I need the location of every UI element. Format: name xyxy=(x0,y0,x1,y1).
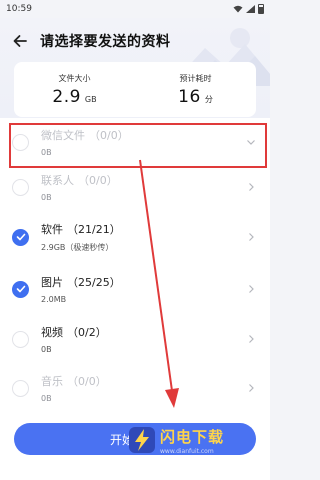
list-item-text: 软件 （21/21） 2.9GB（极速秒传） xyxy=(41,221,246,253)
battery-icon xyxy=(258,4,264,14)
list-item[interactable]: 视频 （0/2） 0B xyxy=(0,315,270,363)
checkbox[interactable] xyxy=(12,133,29,151)
estimated-time-summary: 预计耗时 16 分 xyxy=(135,62,256,117)
list-item[interactable]: 图片 （25/25） 2.0MB xyxy=(0,265,270,313)
list-item-label: 微信文件 xyxy=(41,129,85,142)
list-item-title: 联系人 （0/0） xyxy=(41,172,246,188)
checkbox[interactable] xyxy=(12,330,29,348)
watermark-url: www.dianfuit.com xyxy=(160,447,214,455)
chevron-right-icon[interactable] xyxy=(246,284,256,294)
list-item-title: 图片 （25/25） xyxy=(41,274,246,290)
status-time: 10:59 xyxy=(6,4,32,14)
lightning-logo-icon xyxy=(129,427,155,453)
file-category-list: 微信文件 （0/0） 0B 联系人 （0/0） 0B 软件 （21/21） 2.9GB（极速秒传… xyxy=(0,118,270,418)
list-item-text: 图片 （25/25） 2.0MB xyxy=(41,274,246,304)
estimated-time-value: 16 xyxy=(178,86,201,107)
checkmark-icon xyxy=(16,285,25,293)
list-item[interactable]: 微信文件 （0/0） 0B xyxy=(0,118,270,166)
status-icons xyxy=(233,4,264,14)
list-item-text: 联系人 （0/0） 0B xyxy=(41,172,246,202)
list-item-title: 视频 （0/2） xyxy=(41,324,246,340)
list-item-size: 2.9GB（极速秒传） xyxy=(41,243,114,252)
list-item-label: 软件 xyxy=(41,223,63,236)
file-size-summary: 文件大小 2.9 GB xyxy=(14,62,135,117)
file-size-unit: GB xyxy=(84,94,97,104)
list-item-title: 音乐 （0/0） xyxy=(41,373,246,389)
list-item[interactable]: 软件 （21/21） 2.9GB（极速秒传） xyxy=(0,213,270,261)
list-item-size: 0B xyxy=(41,394,52,403)
page-title: 请选择要发送的资料 xyxy=(40,34,171,50)
signal-icon xyxy=(246,5,255,13)
list-item-title: 软件 （21/21） xyxy=(41,221,246,237)
summary-card: 文件大小 2.9 GB 预计耗时 16 分 xyxy=(14,62,256,117)
list-item-label: 联系人 xyxy=(41,174,74,187)
chevron-right-icon[interactable] xyxy=(246,232,256,242)
list-item-count: （21/21） xyxy=(67,223,121,236)
checkbox[interactable] xyxy=(12,228,29,246)
chevron-right-icon[interactable] xyxy=(246,334,256,344)
list-item-size: 0B xyxy=(41,193,52,202)
wifi-icon xyxy=(233,5,243,13)
list-item[interactable]: 音乐 （0/0） 0B xyxy=(0,364,270,412)
list-item-title: 微信文件 （0/0） xyxy=(41,127,246,143)
estimated-time-unit: 分 xyxy=(204,94,213,104)
status-bar: 10:59 xyxy=(0,0,270,18)
checkbox[interactable] xyxy=(12,379,29,397)
list-item-label: 视频 xyxy=(41,326,63,339)
list-item-label: 音乐 xyxy=(41,375,63,388)
list-item-count: （0/0） xyxy=(78,174,118,187)
watermark-text: 闪电下载 xyxy=(160,427,225,446)
checkbox[interactable] xyxy=(12,178,29,196)
list-item-count: （0/0） xyxy=(89,129,129,142)
list-item-text: 音乐 （0/0） 0B xyxy=(41,373,246,403)
app-bar: 请选择要发送的资料 xyxy=(0,26,270,56)
file-size-value: 2.9 xyxy=(52,86,81,107)
list-item-count: （0/2） xyxy=(67,326,107,339)
list-item-label: 图片 xyxy=(41,276,63,289)
chevron-right-icon[interactable] xyxy=(246,182,256,192)
chevron-right-icon[interactable] xyxy=(246,383,256,393)
checkmark-icon xyxy=(16,233,25,241)
list-item-size: 0B xyxy=(41,148,52,157)
list-item-count: （25/25） xyxy=(67,276,121,289)
back-arrow-icon[interactable] xyxy=(12,33,28,49)
list-item-size: 0B xyxy=(41,345,52,354)
watermark: 闪电下载 www.dianfuit.com xyxy=(128,420,258,460)
list-item[interactable]: 联系人 （0/0） 0B xyxy=(0,163,270,211)
file-size-label: 文件大小 xyxy=(58,73,91,83)
checkbox[interactable] xyxy=(12,280,29,298)
list-item-size: 2.0MB xyxy=(41,295,67,304)
list-item-count: （0/0） xyxy=(67,375,107,388)
estimated-time-label: 预计耗时 xyxy=(179,73,212,83)
list-item-text: 视频 （0/2） 0B xyxy=(41,324,246,354)
chevron-down-icon[interactable] xyxy=(246,137,256,147)
list-item-text: 微信文件 （0/0） 0B xyxy=(41,127,246,157)
